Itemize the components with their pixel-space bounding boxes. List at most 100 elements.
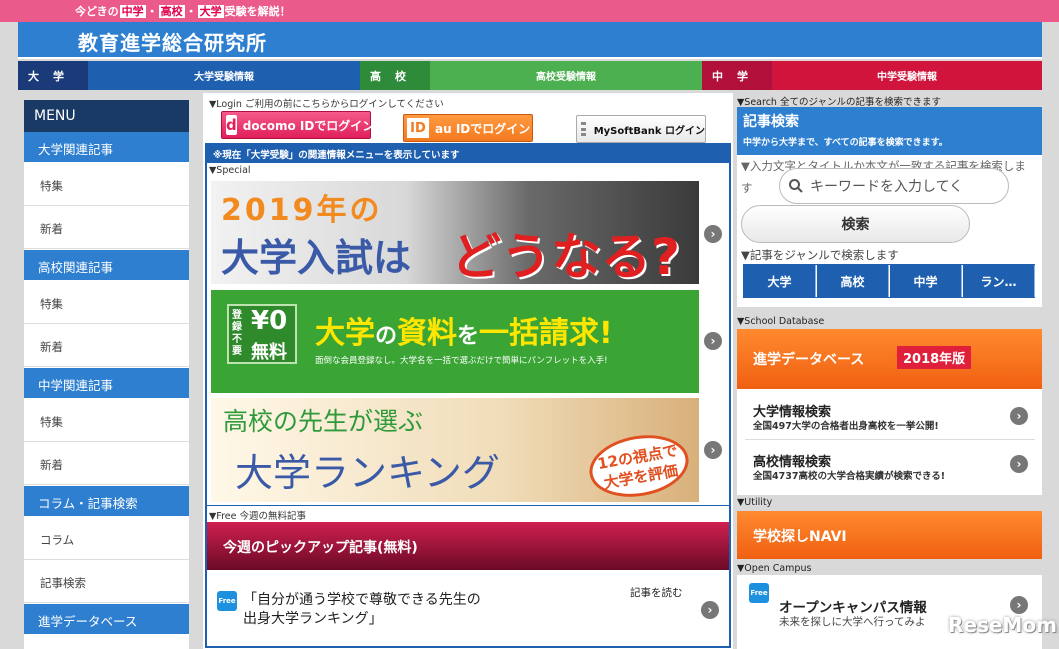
search-subtitle: 中学から大学まで、すべての記事を検索できます。 xyxy=(743,138,948,148)
high-school-search-desc: 全国4737高校の大学合格実績が検索できる! xyxy=(753,471,946,482)
free-badge: 登録不要 ¥0 無料 xyxy=(227,304,297,364)
menu-section-university[interactable]: 大学関連記事 xyxy=(24,132,189,162)
softbank-logo-icon xyxy=(581,122,586,136)
tagline-separator: ・ xyxy=(185,5,197,18)
tagline-highlight-high-school: 高校 xyxy=(158,5,185,18)
chevron-right-icon[interactable]: › xyxy=(704,332,722,350)
chevron-right-icon[interactable]: › xyxy=(1010,407,1028,425)
chevron-right-icon[interactable]: › xyxy=(701,601,719,619)
badge-free: 無料 xyxy=(251,342,287,363)
open-campus-title[interactable]: オープンキャンパス情報 xyxy=(779,596,927,616)
banner1-subject: 大学入試は xyxy=(221,236,412,280)
menu-item-feature[interactable]: 特集 xyxy=(24,164,189,206)
search-icon xyxy=(789,179,803,193)
site-title[interactable]: 教育進学総合研究所 xyxy=(78,27,267,56)
free-pickup-banner[interactable]: 今週のピックアップ記事(無料) xyxy=(207,522,729,570)
banner-university-ranking[interactable]: 高校の先生が選ぶ 大学ランキング 12の視点で 大学を評価 xyxy=(211,398,699,502)
genre-university[interactable]: 大学 xyxy=(744,265,816,297)
utility-header: ▼Utility xyxy=(737,497,773,508)
open-campus-header: ▼Open Campus xyxy=(737,563,812,574)
search-panel: ▼入力文字とタイトルか本文が一致する記事を検索します キーワードを入力してく 検… xyxy=(737,155,1042,307)
resemom-watermark: ReseMom. xyxy=(948,613,1059,637)
divider xyxy=(745,439,1035,440)
divider xyxy=(207,505,729,506)
menu-item-article-search[interactable]: 記事検索 xyxy=(24,561,189,603)
open-campus-panel: Free オープンキャンパス情報 未来を探しに大学へ行ってみよ › xyxy=(737,575,1042,649)
chevron-right-icon[interactable]: › xyxy=(1010,596,1028,614)
tagline-text: 今どきの xyxy=(75,5,119,18)
university-search-desc: 全国497大学の合格者出身高校を一挙公開! xyxy=(753,421,939,432)
school-db-links: 大学情報検索 全国497大学の合格者出身高校を一挙公開! › 高校情報検索 全国… xyxy=(737,389,1042,495)
banner3-line2: 大学ランキング xyxy=(235,451,500,495)
chevron-right-icon[interactable]: › xyxy=(704,441,722,459)
search-panel-header: 記事検索 中学から大学まで、すべての記事を検索できます。 xyxy=(737,107,1042,155)
banner2-subtext: 面倒な会員登録なし。大学名を一括で選ぶだけで簡単にパンフレットを入手! xyxy=(315,356,608,366)
banner-2019-exam[interactable]: 2019年の 大学入試は どうなる? xyxy=(211,181,699,284)
docomo-logo-icon: d xyxy=(226,115,237,135)
nav-tag-high-school[interactable]: 高校 xyxy=(360,61,430,90)
nav-tag-label: 大学 xyxy=(28,69,78,83)
tagline: 今どきの 中学・高校・大学 受験を解説！ xyxy=(75,3,291,19)
search-field[interactable]: キーワードを入力してく xyxy=(779,168,1009,204)
free-article-title[interactable]: 「自分が通う学校で尊敬できる先生の出身大学ランキング」 xyxy=(243,591,493,629)
nav-high-school-exam[interactable]: 高校受験情報 xyxy=(430,61,702,90)
menu-section-database[interactable]: 進学データベース xyxy=(24,604,189,634)
menu-section-high-school[interactable]: 高校関連記事 xyxy=(24,250,189,280)
open-campus-desc: 未来を探しに大学へ行ってみよ xyxy=(779,616,926,628)
search-header: ▼Search 全てのジャンルの記事を検索できます xyxy=(737,97,941,108)
nav-university-exam[interactable]: 大学受験情報 xyxy=(88,61,360,90)
au-login-label: au IDでログイン xyxy=(435,121,531,136)
nav-junior-high-exam[interactable]: 中学受験情報 xyxy=(772,61,1042,90)
menu-item-feature[interactable]: 特集 xyxy=(24,400,189,442)
school-db-title: 進学データベース xyxy=(753,352,865,368)
menu-item-new[interactable]: 新着 xyxy=(24,325,189,367)
free-header: ▼Free 今週の無料記事 xyxy=(209,511,306,522)
chevron-right-icon[interactable]: › xyxy=(1010,455,1028,473)
badge-no-registration: 登録不要 xyxy=(232,310,242,357)
search-input[interactable]: キーワードを入力してく xyxy=(810,176,963,196)
headline-part: を xyxy=(457,324,480,349)
menu-item-feature[interactable]: 特集 xyxy=(24,282,189,324)
right-sidebar: ▼Search 全てのジャンルの記事を検索できます 記事検索 中学から大学まで、… xyxy=(737,93,1042,649)
headline-part: 一括請求! xyxy=(479,316,613,351)
genre-tabs: 大学 高校 中学 ラン… xyxy=(743,264,1035,298)
docomo-login-label: docomo IDでログイン xyxy=(242,118,375,133)
au-id-logo-icon: ID xyxy=(407,118,429,138)
nav-tag-label: 高校 xyxy=(370,69,420,83)
menu-section-junior-high[interactable]: 中学関連記事 xyxy=(24,368,189,398)
nav-tag-junior-high[interactable]: 中学 xyxy=(702,61,772,90)
headline-part: の xyxy=(375,324,398,349)
menu-item-new[interactable]: 新着 xyxy=(24,443,189,485)
genre-ranking[interactable]: ラン… xyxy=(963,265,1035,297)
category-nav: 大学 大学受験情報 高校 高校受験情報 中学 中学受験情報 xyxy=(18,61,1042,90)
tagline-text: 受験を解説！ xyxy=(224,5,291,18)
ranking-badge: 12の視点で 大学を評価 xyxy=(584,427,694,502)
genre-junior-high[interactable]: 中学 xyxy=(890,265,962,297)
read-article-link[interactable]: 記事を読む xyxy=(630,585,683,600)
softbank-login-button[interactable]: MySoftBank ログイン xyxy=(576,115,706,143)
headline-part: 資料 xyxy=(397,316,458,351)
genre-high-school[interactable]: 高校 xyxy=(817,265,889,297)
docomo-login-button[interactable]: d docomo IDでログイン xyxy=(221,111,374,139)
genre-search-label: ▼記事をジャンルで検索します xyxy=(741,248,899,262)
content-box: ※現在「大学受験」の関連情報メニューを表示しています ▼Special 2019… xyxy=(205,143,731,648)
school-navi-banner[interactable]: 学校探しNAVI xyxy=(737,511,1042,559)
banner1-year: 2019年の xyxy=(221,193,383,228)
free-badge-icon: Free xyxy=(217,591,237,611)
headline-part: 大学 xyxy=(315,316,375,351)
school-db-banner[interactable]: 進学データベース 2018年版 xyxy=(737,329,1042,389)
menu-item-column[interactable]: コラム xyxy=(24,518,189,560)
search-title: 記事検索 xyxy=(743,114,799,130)
au-login-button[interactable]: ID au IDでログイン xyxy=(403,114,533,142)
menu-section-column-search[interactable]: コラム・記事検索 xyxy=(24,486,189,516)
menu-item-new[interactable]: 新着 xyxy=(24,207,189,249)
menu-title: MENU xyxy=(24,100,189,132)
banner2-headline: 大学の資料を一括請求! xyxy=(315,308,613,352)
notice-bar: ※現在「大学受験」の関連情報メニューを表示しています xyxy=(207,145,729,163)
sidebar-menu: MENU 大学関連記事 特集 新着 高校関連記事 特集 新着 中学関連記事 特集… xyxy=(24,100,189,649)
banner-brochure-request[interactable]: 登録不要 ¥0 無料 大学の資料を一括請求! 面倒な会員登録なし。大学名を一括で… xyxy=(211,290,699,393)
nav-tag-university[interactable]: 大学 xyxy=(18,61,88,90)
chevron-right-icon[interactable]: › xyxy=(704,225,722,243)
banner1-question: どうなる? xyxy=(451,228,681,284)
search-button[interactable]: 検索 xyxy=(741,205,970,243)
